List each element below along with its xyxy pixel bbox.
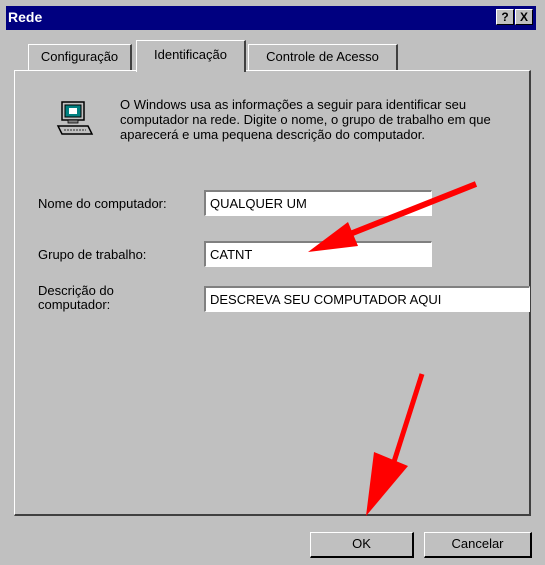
workgroup-label: Grupo de trabalho:	[38, 247, 147, 262]
description-field[interactable]	[204, 286, 530, 312]
cancel-button[interactable]: Cancelar	[424, 532, 532, 558]
tab-identificacao[interactable]: Identificação	[136, 40, 246, 72]
description-label-line1: Descrição do	[38, 283, 114, 298]
tab-configuracao[interactable]: Configuração	[28, 44, 132, 70]
tab-controle-de-acesso[interactable]: Controle de Acesso	[248, 44, 398, 70]
network-computer-icon	[56, 101, 94, 135]
help-icon[interactable]: ?	[496, 9, 514, 25]
ok-button[interactable]: OK	[310, 532, 414, 558]
window-title: Rede	[8, 9, 43, 25]
description-label-line2: computador:	[38, 297, 111, 312]
title-bar[interactable]: Rede ? X	[6, 6, 536, 30]
computer-name-field[interactable]	[204, 190, 432, 216]
info-text: O Windows usa as informações a seguir pa…	[120, 97, 491, 142]
workgroup-field[interactable]	[204, 241, 432, 267]
computer-name-label: Nome do computador:	[38, 196, 167, 211]
close-icon[interactable]: X	[515, 9, 533, 25]
network-dialog: Rede ? X Configuração Identificação Cont…	[0, 0, 545, 565]
